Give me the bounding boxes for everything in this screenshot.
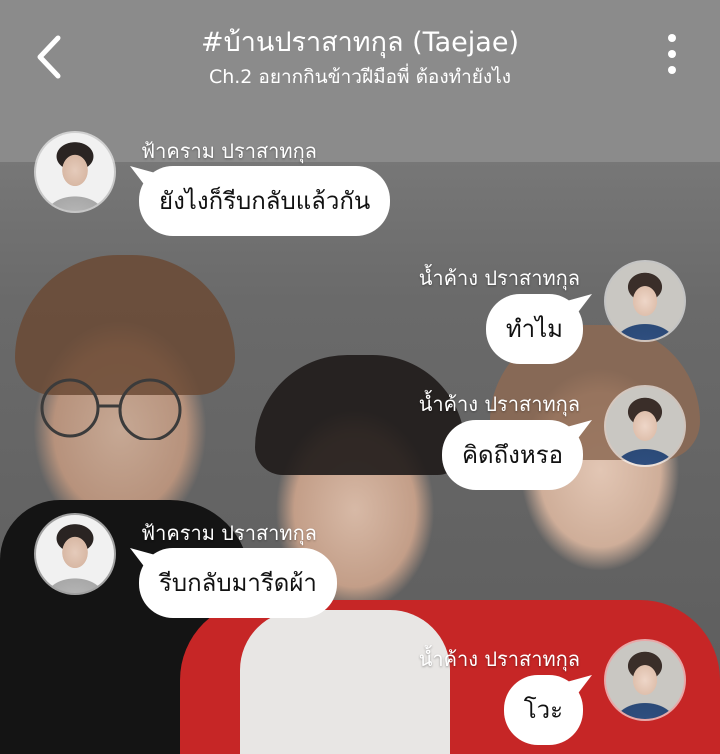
sender-name: น้ำค้าง ปราสาทกุล (418, 647, 580, 671)
message-bubble[interactable]: โวะ (503, 675, 583, 745)
sender-name: ฟ้าคราม ปราสาทกุล (141, 139, 317, 163)
sender-name: น้ำค้าง ปราสาทกุล (418, 392, 580, 416)
avatar[interactable] (36, 515, 114, 593)
message-bubble[interactable]: คิดถึงหรอ (441, 420, 583, 490)
avatar[interactable] (36, 133, 114, 211)
chat-header: #บ้านปราสาทกุล (Taejae) Ch.2 อยากกินข้าว… (0, 0, 720, 162)
back-arrow-icon[interactable] (30, 32, 70, 82)
more-vertical-icon[interactable] (660, 34, 684, 80)
chat-subtitle: Ch.2 อยากกินข้าวฝีมือพี่ ต้องทำยังไง (208, 66, 512, 88)
photo-shirt-white (240, 610, 450, 754)
sender-name: ฟ้าคราม ปราสาทกุล (141, 521, 317, 545)
photo-glasses (40, 378, 182, 440)
chat-title: #บ้านปราสาทกุล (Taejae) (200, 27, 519, 58)
sender-name: น้ำค้าง ปราสาทกุล (418, 266, 580, 290)
message-bubble[interactable]: ทำไม (485, 294, 583, 364)
avatar[interactable] (606, 262, 684, 340)
avatar[interactable] (606, 641, 684, 719)
avatar[interactable] (606, 387, 684, 465)
message-bubble[interactable]: รีบกลับมารีดผ้า (139, 548, 337, 618)
message-bubble[interactable]: ยังไงก็รีบกลับแล้วกัน (139, 166, 391, 236)
